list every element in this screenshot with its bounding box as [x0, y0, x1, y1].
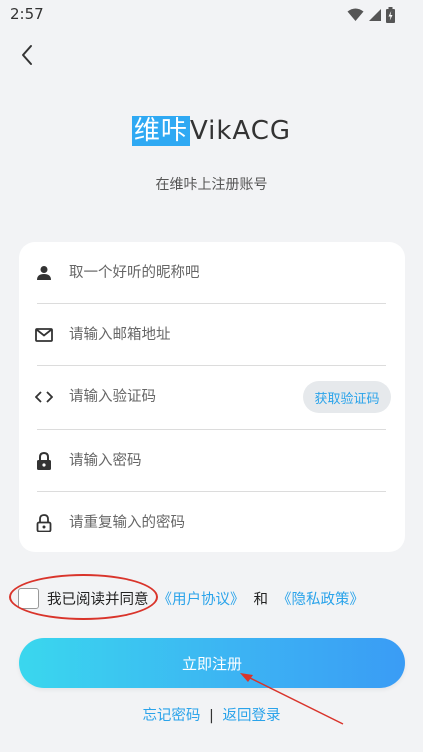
lock-outline-icon — [34, 513, 54, 533]
verification-code-input[interactable] — [67, 387, 251, 406]
register-button[interactable]: 立即注册 — [19, 638, 405, 688]
privacy-policy-link[interactable]: 《隐私政策》 — [277, 588, 364, 609]
cellular-signal-icon — [369, 9, 381, 21]
register-form-card: 获取验证码 — [19, 242, 405, 552]
agreement-checkbox[interactable] — [18, 587, 39, 609]
wifi-icon — [347, 8, 364, 21]
status-bar: 2:57 — [0, 0, 423, 30]
nickname-field — [19, 242, 405, 303]
code-icon — [34, 387, 54, 407]
agreement-row: 我已阅读并同意 《用户协议》 和 《隐私政策》 — [18, 585, 408, 611]
footer-links: 忘记密码 | 返回登录 — [0, 704, 423, 725]
back-button[interactable] — [12, 40, 42, 70]
email-input[interactable] — [67, 325, 321, 344]
status-time: 2:57 — [10, 5, 44, 23]
user-agreement-link[interactable]: 《用户协议》 — [158, 588, 245, 609]
back-to-login-link[interactable]: 返回登录 — [223, 708, 281, 724]
logo-en-text: VikACG — [189, 116, 292, 146]
get-code-button[interactable]: 获取验证码 — [303, 381, 391, 413]
nickname-input[interactable] — [67, 263, 321, 282]
logo-cn-text: 维咔 — [131, 116, 190, 146]
email-field — [19, 304, 405, 365]
page-subtitle: 在维咔上注册账号 — [155, 177, 268, 193]
chevron-left-icon — [22, 45, 32, 65]
password-field — [19, 430, 405, 491]
mail-icon — [34, 325, 54, 345]
agreement-and: 和 — [253, 591, 269, 608]
battery-charging-icon — [386, 7, 395, 23]
password-confirm-input[interactable] — [67, 513, 321, 532]
brand-logo: 维咔VikACG — [0, 110, 423, 147]
footer-separator: | — [209, 708, 214, 724]
agreement-prefix: 我已阅读并同意 — [47, 591, 149, 608]
password-input[interactable] — [67, 451, 321, 470]
password-confirm-field — [19, 492, 405, 553]
lock-icon — [34, 451, 54, 471]
forgot-password-link[interactable]: 忘记密码 — [142, 708, 200, 724]
status-icons — [347, 7, 395, 23]
person-icon — [34, 263, 54, 283]
